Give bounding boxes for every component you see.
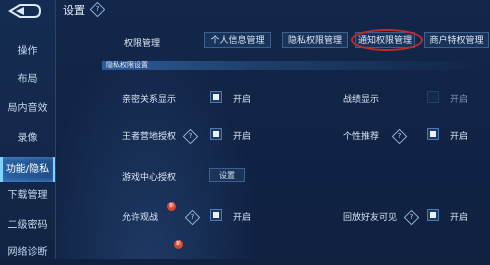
- personal-recommend-label: 个性推荐: [343, 132, 380, 142]
- intimate-display-checkbox[interactable]: [210, 91, 222, 103]
- gamecenter-settings-button[interactable]: 设置: [209, 168, 245, 182]
- sidebar-item-privacy[interactable]: 功能/隐私: [0, 157, 55, 182]
- new-badge-icon: 新: [167, 202, 176, 211]
- section-header-bar: [102, 61, 482, 70]
- camp-auth-checkbox[interactable]: [210, 128, 222, 140]
- new-badge-icon-2: 新: [174, 240, 183, 249]
- record-display-checkbox[interactable]: [427, 91, 439, 103]
- sidebar-item-sound[interactable]: 局内音效: [0, 97, 55, 121]
- replay-visible-state: 开启: [450, 213, 469, 223]
- sidebar-item-password[interactable]: 二级密码: [0, 214, 55, 238]
- sidebar-item-network[interactable]: 网络诊断: [0, 241, 55, 265]
- spectate-help-icon[interactable]: ?: [184, 209, 201, 226]
- tab-privacy-permission[interactable]: 隐私权限管理: [282, 32, 348, 48]
- record-display-state: 开启: [450, 95, 469, 105]
- recommend-help-icon[interactable]: ?: [391, 128, 408, 145]
- permission-management-label: 权限管理: [124, 39, 161, 49]
- allow-spectate-state: 开启: [233, 213, 252, 223]
- replay-visible-label: 回放好友可见: [343, 213, 398, 223]
- sidebar-item-replay[interactable]: 录像: [0, 127, 55, 151]
- section-title: 隐私权限设置: [106, 61, 148, 69]
- replay-visible-checkbox[interactable]: [427, 209, 439, 221]
- personal-recommend-state: 开启: [450, 132, 469, 142]
- highlight-ring: [351, 29, 423, 51]
- intimate-display-label: 亲密关系显示: [122, 95, 177, 105]
- gamecenter-auth-label: 游戏中心授权: [122, 173, 177, 183]
- replay-help-icon[interactable]: ?: [403, 209, 420, 226]
- help-icon[interactable]: ?: [89, 1, 106, 18]
- back-arrow-icon[interactable]: [4, 2, 44, 20]
- sidebar-item-layout[interactable]: 布局: [0, 68, 55, 92]
- allow-spectate-checkbox[interactable]: [210, 209, 222, 221]
- intimate-display-state: 开启: [233, 95, 252, 105]
- sidebar: 操作 布局 局内音效 录像 功能/隐私 下载管理 二级密码 网络诊断: [0, 0, 56, 259]
- allow-spectate-label: 允许观战: [122, 213, 159, 223]
- camp-auth-label: 王者营地授权: [122, 132, 177, 142]
- camp-help-icon[interactable]: ?: [182, 128, 199, 145]
- record-display-label: 战绩显示: [343, 95, 380, 105]
- personal-recommend-checkbox[interactable]: [427, 128, 439, 140]
- page-title: 设置: [63, 4, 85, 17]
- tab-merchant-privilege[interactable]: 商户特权管理: [424, 32, 489, 48]
- sidebar-item-download[interactable]: 下载管理: [0, 184, 55, 208]
- tab-personal-info[interactable]: 个人信息管理: [204, 32, 271, 48]
- sidebar-item-operation[interactable]: 操作: [0, 40, 55, 64]
- settings-panel: 设置 ? 权限管理 个人信息管理 隐私权限管理 通知权限管理 商户特权管理 隐私…: [56, 0, 490, 259]
- camp-auth-state: 开启: [233, 132, 252, 142]
